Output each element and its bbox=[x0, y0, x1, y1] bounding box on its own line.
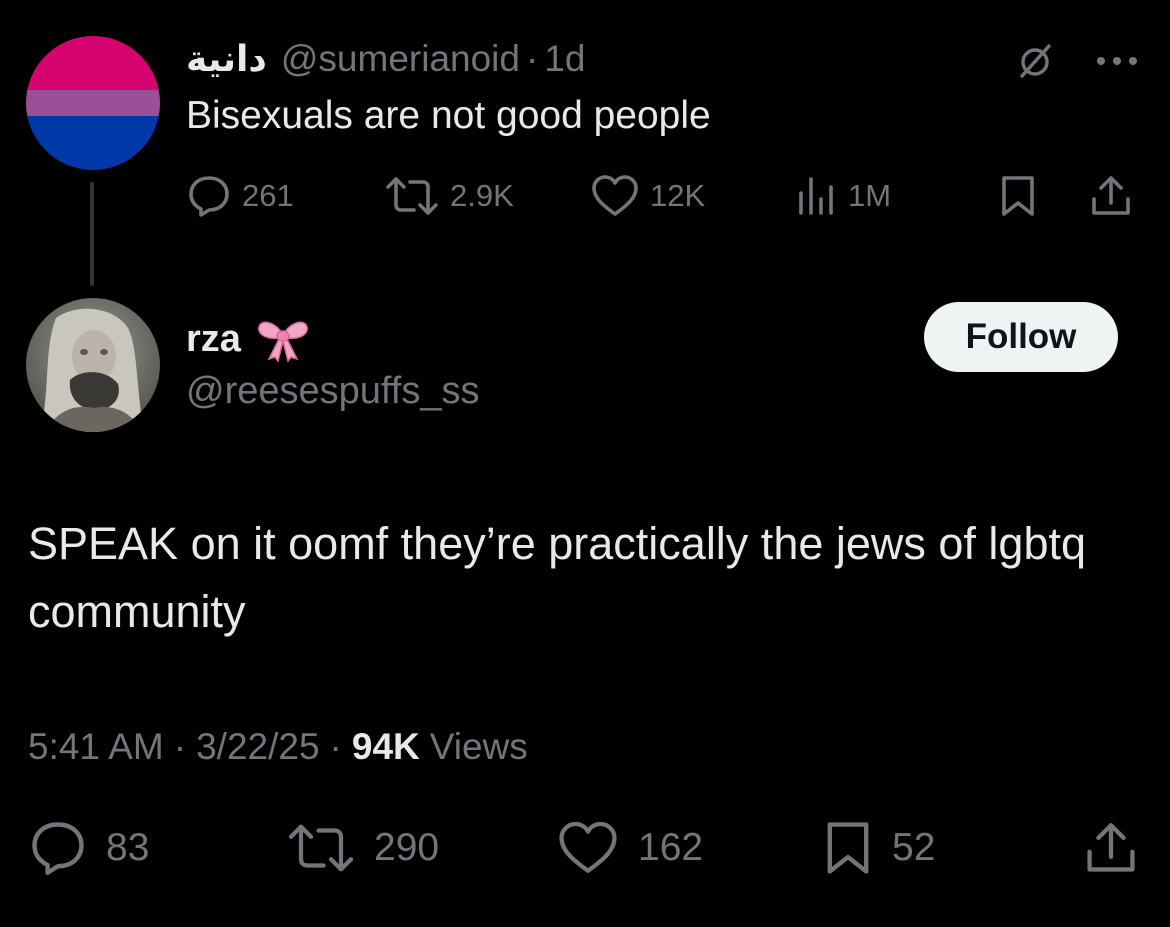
parent-reply-button[interactable]: 261 bbox=[186, 170, 294, 222]
main-bookmark-button[interactable]: 52 bbox=[822, 818, 935, 878]
reply-icon bbox=[189, 176, 229, 217]
main-repost-button[interactable]: 290 bbox=[286, 818, 439, 878]
follow-button[interactable]: Follow bbox=[924, 302, 1118, 372]
parent-like-count: 12K bbox=[650, 178, 706, 213]
main-reply-count: 83 bbox=[106, 826, 150, 869]
main-like-count: 162 bbox=[638, 826, 704, 869]
views-count[interactable]: 94K bbox=[352, 726, 420, 768]
parent-avatar[interactable] bbox=[26, 36, 160, 170]
like-icon bbox=[592, 175, 638, 216]
timestamp-time[interactable]: 5:41 AM bbox=[28, 726, 164, 768]
parent-repost-count: 2.9K bbox=[450, 178, 514, 213]
parent-tweet-header: دانية @sumerianoid · 1d bbox=[186, 34, 585, 84]
views-icon bbox=[799, 177, 833, 215]
more-options-icon[interactable] bbox=[1094, 40, 1140, 82]
tweet-meta: 5:41 AM · 3/22/25 · 94K Views bbox=[28, 722, 528, 772]
main-repost-count: 290 bbox=[374, 826, 440, 869]
flag-band-purple bbox=[26, 89, 160, 117]
like-icon bbox=[559, 821, 617, 873]
parent-like-button[interactable]: 12K bbox=[590, 170, 705, 222]
main-handle[interactable]: @reesespuffs_ss bbox=[186, 370, 479, 413]
parent-repost-button[interactable]: 2.9K bbox=[384, 170, 514, 222]
main-avatar[interactable] bbox=[26, 298, 160, 432]
separator-dot: · bbox=[525, 38, 539, 79]
parent-reply-count: 261 bbox=[242, 178, 294, 213]
main-display-name[interactable]: rza bbox=[186, 318, 241, 361]
parent-handle[interactable]: @sumerianoid bbox=[281, 38, 520, 80]
main-reply-button[interactable]: 83 bbox=[28, 818, 149, 878]
repost-icon bbox=[386, 177, 438, 215]
parent-bookmark-button[interactable] bbox=[998, 170, 1038, 222]
parent-display-name[interactable]: دانية bbox=[186, 39, 267, 80]
parent-share-button[interactable] bbox=[1088, 170, 1134, 222]
separator-dot: · bbox=[173, 726, 187, 767]
parent-time-ago[interactable]: 1d bbox=[544, 38, 585, 80]
share-icon bbox=[1087, 823, 1135, 872]
main-name-row: rza bbox=[186, 312, 311, 366]
timestamp-date[interactable]: 3/22/25 bbox=[196, 726, 319, 768]
parent-tweet-text: Bisexuals are not good people bbox=[186, 94, 711, 137]
flag-band-pink bbox=[26, 36, 160, 90]
parent-views-button[interactable]: 1M bbox=[796, 170, 891, 222]
grok-icon[interactable] bbox=[1014, 40, 1056, 82]
main-tweet-text: SPEAK on it oomf they’re practically the… bbox=[28, 518, 1087, 637]
reply-icon bbox=[32, 822, 84, 875]
share-icon bbox=[1092, 176, 1130, 215]
main-share-button[interactable] bbox=[1082, 818, 1140, 878]
views-label: Views bbox=[429, 726, 528, 767]
repost-icon bbox=[288, 824, 354, 872]
parent-views-count: 1M bbox=[848, 178, 892, 213]
flag-band-blue bbox=[26, 116, 160, 170]
thread-connector-line bbox=[90, 182, 94, 286]
bookmark-icon bbox=[1002, 176, 1034, 216]
separator-dot: · bbox=[329, 726, 342, 767]
bookmark-icon bbox=[827, 822, 869, 874]
main-bookmark-count: 52 bbox=[892, 826, 936, 869]
ribbon-bow-icon bbox=[255, 315, 311, 363]
main-like-button[interactable]: 162 bbox=[556, 818, 703, 878]
